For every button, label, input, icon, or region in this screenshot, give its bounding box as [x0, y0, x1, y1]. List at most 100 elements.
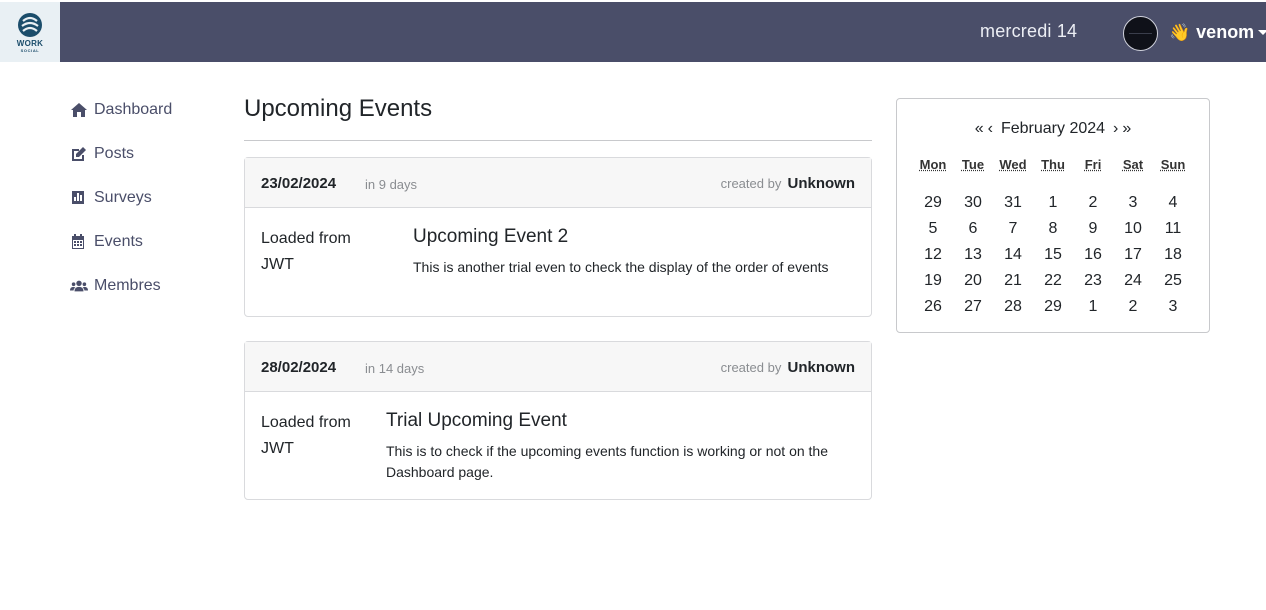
- sidebar-item-label: Surveys: [94, 189, 152, 206]
- calendar-day[interactable]: 11: [1153, 220, 1193, 238]
- calendar-day[interactable]: 27: [953, 298, 993, 316]
- calendar-day[interactable]: 12: [913, 246, 953, 264]
- calendar-day[interactable]: 1: [1073, 298, 1113, 316]
- event-card-header: 23/02/2024 in 9 days created by Unknown: [245, 158, 871, 208]
- calendar-day[interactable]: 18: [1153, 246, 1193, 264]
- event-relative-time: in 9 days: [365, 177, 418, 192]
- calendar-day[interactable]: 13: [953, 246, 993, 264]
- calendar-day[interactable]: 29: [1033, 298, 1073, 316]
- calendar-widget: « ‹ February 2024 › » Mon Tue Wed Thu Fr…: [896, 98, 1210, 333]
- event-title[interactable]: Trial Upcoming Event: [386, 410, 567, 432]
- calendar-day[interactable]: 4: [1153, 194, 1193, 212]
- sidebar-item-membres[interactable]: Membres: [70, 275, 172, 297]
- calendar-day[interactable]: 15: [1033, 246, 1073, 264]
- event-description: This is another trial even to check the …: [413, 259, 829, 275]
- event-date: 28/02/2024: [261, 359, 337, 376]
- calendar-day[interactable]: 25: [1153, 272, 1193, 290]
- calendar-day[interactable]: 30: [953, 194, 993, 212]
- calendar-day[interactable]: 9: [1073, 220, 1113, 238]
- sidebar-item-label: Events: [94, 233, 143, 250]
- wave-emoji-icon: 👋: [1169, 22, 1191, 42]
- calendar-day[interactable]: 7: [993, 220, 1033, 238]
- calendar-navigation: « ‹ February 2024 › »: [897, 120, 1209, 138]
- calendar-day[interactable]: 21: [993, 272, 1033, 290]
- prev-month-button[interactable]: ‹: [988, 120, 993, 138]
- username: venom: [1196, 22, 1255, 42]
- weekday-label: Sun: [1160, 156, 1186, 172]
- calendar-day[interactable]: 24: [1113, 272, 1153, 290]
- weekday-label: Wed: [999, 156, 1027, 172]
- sidebar-item-label: Posts: [94, 145, 135, 162]
- created-by-label: created by: [720, 176, 782, 191]
- prev-year-button[interactable]: «: [975, 120, 984, 138]
- event-description: This is to check if the upcoming events …: [386, 443, 829, 480]
- calendar-day[interactable]: 31: [993, 194, 1033, 212]
- calendar-day[interactable]: 8: [1033, 220, 1073, 238]
- weekday-label: Sat: [1122, 156, 1144, 172]
- logo[interactable]: WORK SOCIAL: [0, 2, 60, 62]
- sidebar-item-events[interactable]: Events: [70, 231, 172, 253]
- calendar-day[interactable]: 16: [1073, 246, 1113, 264]
- event-title[interactable]: Upcoming Event 2: [413, 226, 568, 248]
- logo-globe-icon: [18, 12, 42, 37]
- calendar-icon: [72, 234, 84, 249]
- calendar-day[interactable]: 29: [913, 194, 953, 212]
- created-by-label: created by: [720, 360, 782, 375]
- sidebar-item-label: Dashboard: [94, 101, 173, 118]
- sidebar-item-dashboard[interactable]: Dashboard: [70, 99, 172, 121]
- divider: [244, 140, 872, 141]
- event-card: 23/02/2024 in 9 days created by Unknown …: [244, 157, 872, 317]
- chart-icon: [72, 191, 84, 204]
- event-source: Loaded from JWT: [261, 414, 351, 457]
- calendar-day[interactable]: 10: [1113, 220, 1153, 238]
- calendar-week-row: 12 13 14 15 16 17 18: [913, 242, 1193, 268]
- calendar-day[interactable]: 26: [913, 298, 953, 316]
- users-icon: [70, 280, 88, 292]
- calendar-week-row: 29 30 31 1 2 3 4: [913, 190, 1193, 216]
- weekday-label: Fri: [1084, 156, 1102, 172]
- event-date: 23/02/2024: [261, 175, 337, 192]
- weekday-label: Mon: [919, 156, 947, 172]
- avatar[interactable]: [1123, 16, 1158, 51]
- edit-icon: [72, 147, 86, 161]
- calendar-day[interactable]: 3: [1153, 298, 1193, 316]
- calendar-day[interactable]: 19: [913, 272, 953, 290]
- calendar-day[interactable]: 20: [953, 272, 993, 290]
- sidebar-item-label: Membres: [94, 277, 161, 294]
- calendar-week-row: 5 6 7 8 9 10 11: [913, 216, 1193, 242]
- next-year-button[interactable]: »: [1122, 120, 1131, 138]
- weekday-label: Tue: [961, 156, 985, 172]
- calendar-week-row: 19 20 21 22 23 24 25: [913, 268, 1193, 294]
- calendar-day[interactable]: 22: [1033, 272, 1073, 290]
- event-card: 28/02/2024 in 14 days created by Unknown…: [244, 341, 872, 500]
- event-card-header: 28/02/2024 in 14 days created by Unknown: [245, 342, 871, 392]
- calendar-day[interactable]: 5: [913, 220, 953, 238]
- calendar-day[interactable]: 17: [1113, 246, 1153, 264]
- logo-text-social: SOCIAL: [20, 47, 40, 53]
- calendar-day[interactable]: 6: [953, 220, 993, 238]
- calendar-day[interactable]: 2: [1073, 194, 1113, 212]
- calendar-day[interactable]: 14: [993, 246, 1033, 264]
- event-created-by: created by Unknown: [721, 175, 855, 192]
- calendar-month-label[interactable]: February 2024: [1001, 120, 1105, 138]
- sidebar-item-surveys[interactable]: Surveys: [70, 187, 172, 209]
- calendar-day[interactable]: 3: [1113, 194, 1153, 212]
- event-relative-time: in 14 days: [365, 361, 425, 376]
- event-author: Unknown: [787, 359, 856, 376]
- page-title: Upcoming Events: [244, 95, 433, 122]
- calendar-day[interactable]: 28: [993, 298, 1033, 316]
- user-menu-dropdown[interactable]: 👋 venom: [1169, 22, 1266, 43]
- logo-text-work: WORK: [16, 38, 44, 48]
- chevron-down-icon: [1258, 30, 1266, 35]
- sidebar: Dashboard Posts Surveys Events Membres: [70, 99, 172, 319]
- top-navbar: WORK SOCIAL mercredi 14 👋 venom: [0, 2, 1266, 62]
- event-created-by: created by Unknown: [721, 359, 855, 376]
- current-date: mercredi 14: [980, 21, 1078, 41]
- next-month-button[interactable]: ›: [1113, 120, 1118, 138]
- calendar-day[interactable]: 23: [1073, 272, 1113, 290]
- calendar-day[interactable]: 2: [1113, 298, 1153, 316]
- event-source: Loaded from JWT: [261, 230, 351, 273]
- weekday-label: Thu: [1041, 156, 1065, 172]
- sidebar-item-posts[interactable]: Posts: [70, 143, 172, 165]
- calendar-day[interactable]: 1: [1033, 194, 1073, 212]
